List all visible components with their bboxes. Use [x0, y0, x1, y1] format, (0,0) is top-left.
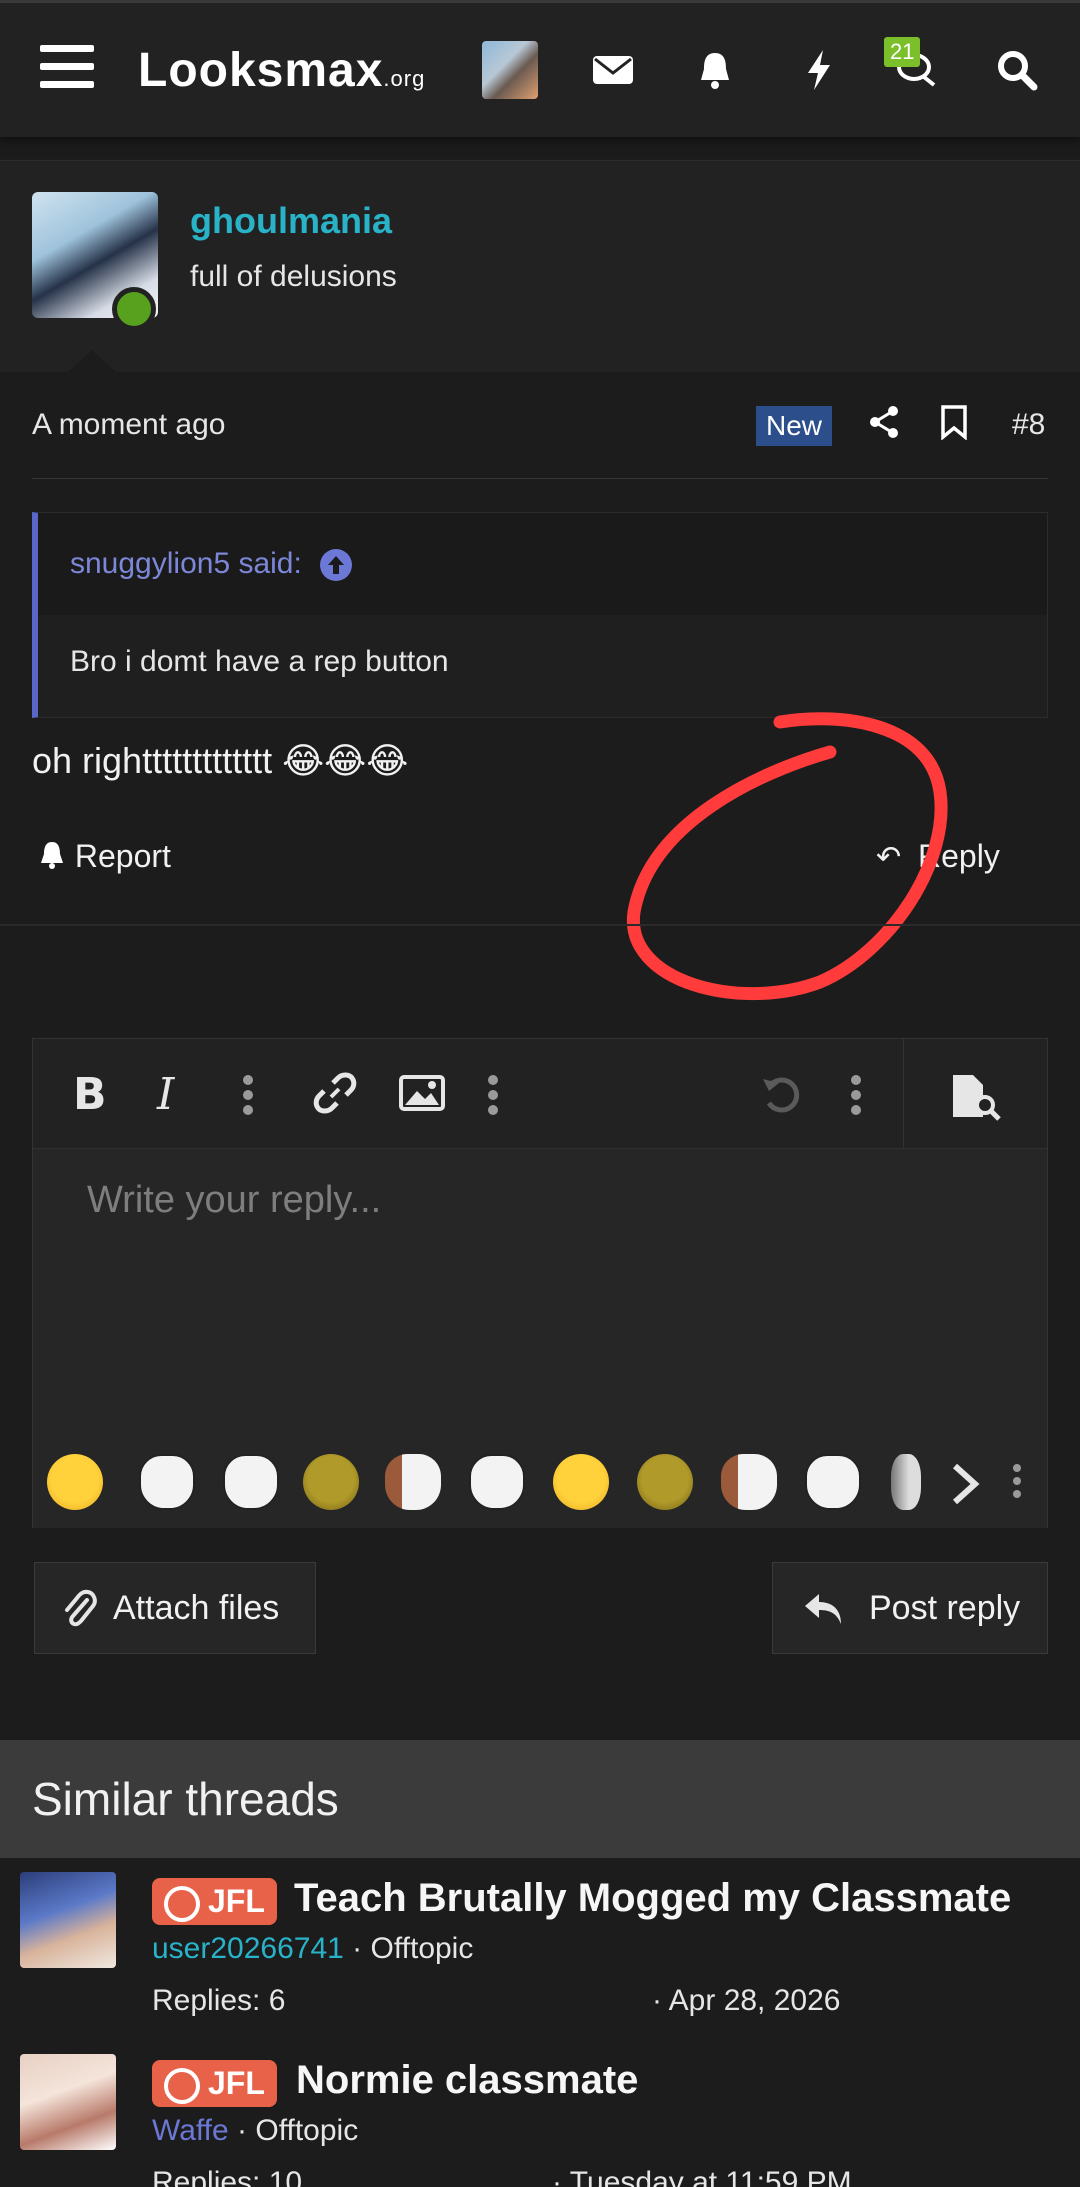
wojak-emoji-icon[interactable]	[469, 1454, 525, 1510]
thread-thumbnail[interactable]	[20, 2054, 116, 2150]
chevron-right-icon[interactable]	[949, 1462, 981, 1506]
attach-files-button[interactable]: Attach files	[34, 1562, 316, 1654]
swirl-icon	[164, 2068, 200, 2104]
bookmark-icon[interactable]	[938, 404, 970, 440]
red-circle-annotation	[627, 712, 948, 1000]
quote-author[interactable]: snuggylion5 said:	[70, 547, 302, 580]
wojak-emoji-icon[interactable]	[805, 1454, 861, 1510]
reply-button[interactable]: ↶ Reply	[876, 838, 1000, 875]
image-icon[interactable]	[399, 1075, 445, 1111]
toolbar-separator	[903, 1039, 904, 1149]
thread-author[interactable]: user20266741	[152, 1932, 344, 1965]
jfl-prefix-badge[interactable]: JFL	[152, 2060, 277, 2107]
conversations-badge: 21	[884, 37, 921, 67]
site-logo[interactable]: Looksmax.org	[138, 43, 425, 98]
thread-forum[interactable]: Offtopic	[255, 2114, 358, 2147]
emoji-strip	[33, 1444, 1047, 1528]
reply-editor[interactable]: B I Write your reply...	[32, 1038, 1048, 1528]
reply-label: Reply	[918, 838, 1000, 874]
similar-threads-header: Similar threads	[0, 1740, 1080, 1858]
post-message: oh righttttttttttttt 😂😂😂	[32, 740, 409, 781]
more-text-options-icon[interactable]	[243, 1075, 253, 1115]
thread-forum[interactable]: Offtopic	[371, 1932, 474, 1965]
reply-arrow-icon	[805, 1594, 841, 1624]
wojak-emoji-icon[interactable]	[891, 1454, 921, 1510]
bell-icon[interactable]	[692, 47, 738, 93]
soyjak-emoji-icon[interactable]	[223, 1454, 279, 1510]
post-user-header	[0, 160, 1080, 372]
jfl-prefix-badge[interactable]: JFL	[152, 1878, 277, 1925]
post-number[interactable]: #8	[1012, 408, 1045, 442]
thread-title[interactable]: Normie classmate	[296, 2058, 638, 2103]
share-icon[interactable]	[866, 404, 902, 440]
attach-files-label: Attach files	[113, 1588, 280, 1627]
thread-date: · Apr 28, 2026	[652, 1984, 841, 2017]
online-indicator	[112, 287, 156, 331]
quote-text: Bro i domt have a rep button	[70, 645, 449, 678]
quote-block: snuggylion5 said: Bro i domt have a rep …	[32, 512, 1048, 718]
section-separator	[0, 924, 1080, 926]
tearful-smile-emoji-icon[interactable]	[553, 1454, 609, 1510]
swirl-icon	[164, 1886, 200, 1922]
avatar[interactable]	[482, 41, 538, 99]
bell-icon	[41, 842, 63, 869]
report-label: Report	[74, 838, 171, 874]
user-arrow-pointer	[68, 350, 116, 372]
thread-meta: user20266741 · Offtopic	[152, 1932, 474, 1965]
more-options-icon[interactable]	[851, 1075, 861, 1115]
paperclip-icon	[65, 1589, 97, 1627]
preview-icon[interactable]	[949, 1073, 1005, 1121]
post-username[interactable]: ghoulmania	[190, 200, 392, 242]
post-reply-button[interactable]: Post reply	[772, 1562, 1048, 1654]
bolt-icon[interactable]	[796, 47, 842, 93]
wojak-emoji-icon[interactable]	[139, 1454, 195, 1510]
more-insert-options-icon[interactable]	[488, 1075, 498, 1115]
crying-wojak-emoji-icon[interactable]	[385, 1454, 441, 1510]
search-icon[interactable]	[994, 47, 1040, 93]
similar-threads-title: Similar threads	[32, 1773, 339, 1825]
envelope-icon[interactable]	[590, 47, 636, 93]
thread-thumbnail[interactable]	[20, 1872, 116, 1968]
thread-author[interactable]: Waffe	[152, 2114, 229, 2147]
reply-input[interactable]: Write your reply...	[87, 1179, 381, 1222]
new-badge: New	[756, 406, 833, 446]
quote-header[interactable]: snuggylion5 said:	[38, 513, 1047, 615]
bold-button[interactable]: B	[73, 1069, 107, 1120]
report-button[interactable]: Report	[38, 838, 171, 875]
italic-button[interactable]: I	[157, 1069, 174, 1120]
menu-icon[interactable]	[40, 45, 94, 89]
link-icon[interactable]	[313, 1071, 357, 1115]
crying-laughing-emoji-icon[interactable]	[47, 1454, 103, 1510]
editor-toolbar: B I	[33, 1039, 1047, 1149]
emoji-more-icon[interactable]	[1013, 1464, 1023, 1504]
reply-arrow-icon: ↶	[876, 841, 902, 874]
thread-meta: Waffe · Offtopic	[152, 2114, 359, 2147]
crying-wojak-emoji-icon[interactable]	[721, 1454, 777, 1510]
post-reply-label: Post reply	[869, 1588, 1021, 1627]
thread-date: · Tuesday at 11:59 PM	[552, 2166, 852, 2187]
thread-replies: Replies: 10	[152, 2166, 303, 2187]
user-title: full of delusions	[190, 260, 397, 293]
thread-replies: Replies: 6	[152, 1984, 286, 2017]
divider	[32, 478, 1048, 479]
shrek-emoji-icon[interactable]	[637, 1454, 693, 1510]
top-navigation-bar: Looksmax.org 21	[0, 0, 1080, 137]
arrow-up-circle-icon[interactable]	[320, 549, 353, 582]
undo-icon[interactable]	[759, 1073, 803, 1117]
shrek-emoji-icon[interactable]	[303, 1454, 359, 1510]
thread-title[interactable]: Teach Brutally Mogged my Classmate	[294, 1876, 1011, 1921]
post-timestamp[interactable]: A moment ago	[32, 408, 225, 442]
